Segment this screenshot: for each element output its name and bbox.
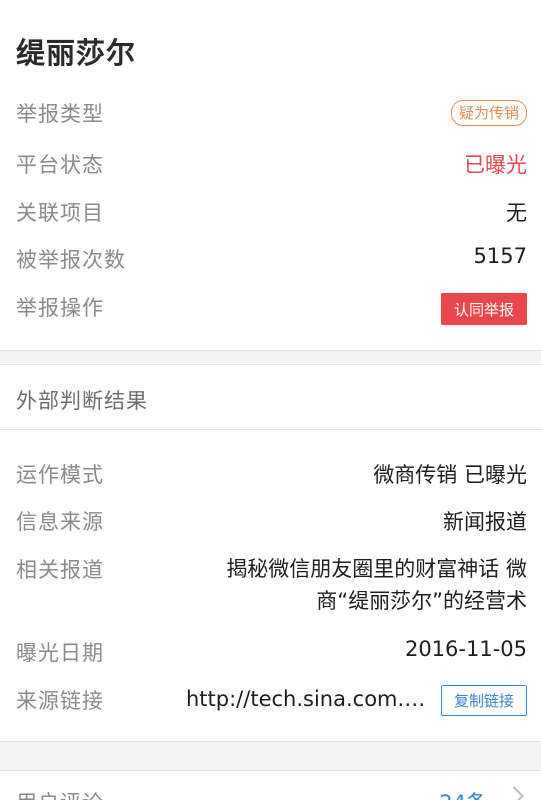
report-type-label: 举报类型 bbox=[16, 102, 104, 126]
source-link-label: 来源链接 bbox=[16, 689, 104, 713]
exposure-date-value: 2016-11-05 bbox=[404, 637, 527, 661]
external-judgement-card: 外部判断结果 运作模式 微商传销 已曝光 信息来源 新闻报道 相关报道 揭秘微信… bbox=[0, 364, 541, 742]
report-count-value: 5157 bbox=[473, 244, 527, 268]
report-count-label: 被举报次数 bbox=[16, 248, 126, 272]
agree-report-button[interactable]: 认同举报 bbox=[441, 293, 527, 325]
comments-count: 24条 bbox=[439, 787, 487, 800]
report-type-badge: 疑为传销 bbox=[450, 100, 527, 126]
info-source-value: 新闻报道 bbox=[443, 510, 527, 534]
platform-status-value: 已曝光 bbox=[464, 153, 527, 177]
report-card: 缇丽莎尔 举报类型 疑为传销 平台状态 已曝光 关联项目 无 被举报次数 515… bbox=[0, 0, 541, 351]
operation-mode-label: 运作模式 bbox=[16, 463, 104, 487]
company-title: 缇丽莎尔 bbox=[16, 36, 137, 70]
source-link-value[interactable]: http://tech.sina.com.cn/ bbox=[186, 687, 432, 711]
info-source-label: 信息来源 bbox=[16, 510, 104, 534]
copy-link-button[interactable]: 复制链接 bbox=[441, 685, 527, 716]
report-action-label: 举报操作 bbox=[16, 296, 104, 320]
exposure-date-label: 曝光日期 bbox=[16, 641, 104, 665]
related-report-value: 揭秘微信朋友圈里的财富神话 微商“缇丽莎尔”的经营术 bbox=[226, 557, 527, 613]
related-project-label: 关联项目 bbox=[16, 201, 104, 225]
related-project-value: 无 bbox=[506, 201, 527, 225]
user-comments-label: 用户评论 bbox=[16, 787, 104, 800]
related-report-label: 相关报道 bbox=[16, 558, 104, 582]
platform-status-label: 平台状态 bbox=[16, 153, 104, 177]
chevron-right-icon bbox=[504, 786, 524, 800]
operation-mode-value: 微商传销 已曝光 bbox=[373, 463, 527, 487]
user-comments-row[interactable]: 用户评论 24条 bbox=[0, 770, 541, 800]
section-divider bbox=[0, 429, 541, 430]
external-section-header: 外部判断结果 bbox=[16, 389, 148, 413]
